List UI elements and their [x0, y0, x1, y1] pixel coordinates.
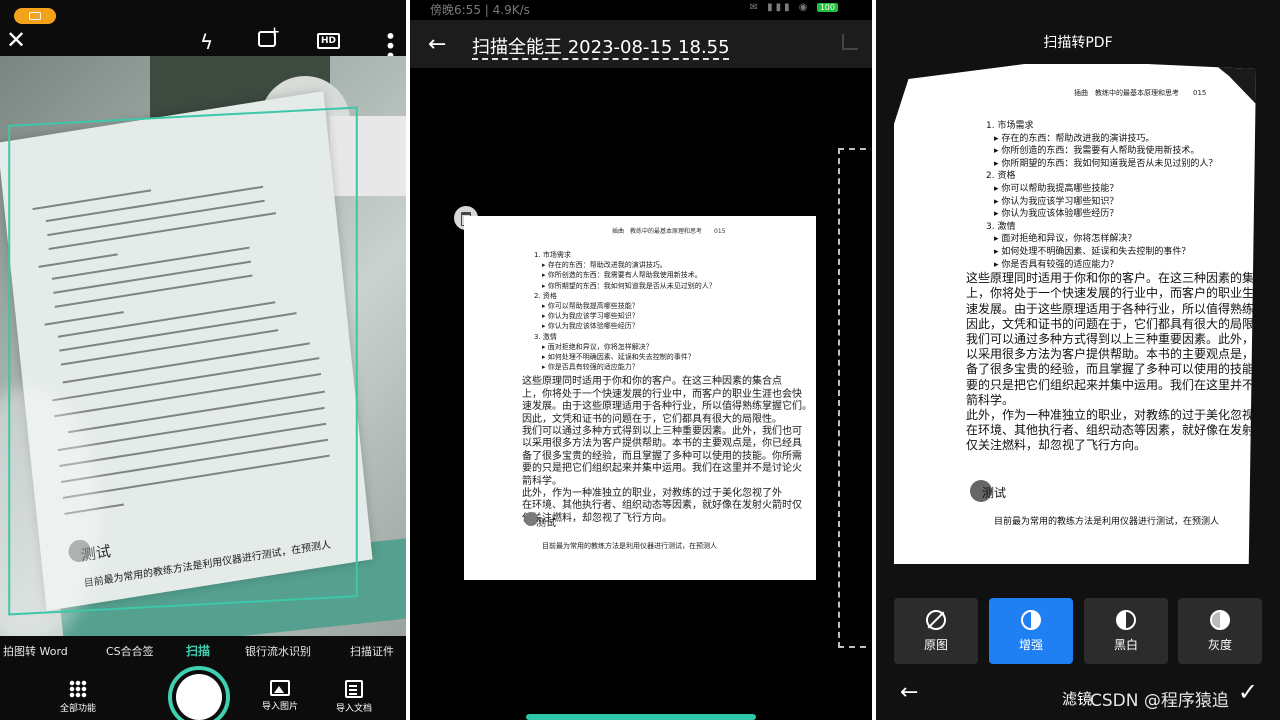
filter-gray-label: 灰度 [1207, 638, 1232, 652]
scanned-page[interactable]: 插曲 教练中的最基本原理和思考 015 1. 市场需求 ▸ 存在的东西：帮助改进我… [464, 216, 816, 580]
back-arrow-icon[interactable]: ← [428, 32, 446, 57]
doc-line: ▸ 你所期望的东西：我如何知道我是否从未见过别的人？ [542, 281, 716, 290]
mode-scan[interactable]: 扫描 [186, 642, 210, 659]
mode-bank-statement[interactable]: 银行流水识别 [245, 643, 311, 659]
doc-line: ▸ 存在的东西：帮助改进我的演讲技巧。 [542, 261, 667, 270]
hd-icon[interactable]: HD [317, 33, 341, 49]
doc-line: ▸ 你认为我应该学习哪些知识？ [994, 196, 1119, 207]
shutter-button[interactable] [168, 666, 232, 720]
mode-cs-sign[interactable]: CS合合签 [106, 643, 154, 659]
enhanced-page-preview[interactable]: 插曲 教练中的最基本原理和思考 015 1. 市场需求 ▸ 存在的东西：帮助改进我… [894, 64, 1256, 564]
import-image-label: 导入图片 [262, 702, 299, 712]
filter-label: 滤镜 [1062, 690, 1093, 708]
back-arrow-icon[interactable]: ← [900, 680, 918, 705]
document-title[interactable]: 扫描全能王 2023-08-15 18.55 [472, 33, 730, 59]
camera-top-bar: ✕ ϟ HD ••• [0, 0, 406, 59]
filter-bw-label: 黑白 [1113, 638, 1138, 652]
filter-gray-button[interactable]: 灰度 [1178, 598, 1262, 664]
filter-options: 原图 增强 黑白 灰度 [894, 598, 1264, 666]
filter-original-label: 原图 [923, 638, 948, 652]
doc-line: ▸ 你是否具有较强的适应能力？ [542, 363, 639, 372]
filter-enhance-label: 增强 [1018, 638, 1043, 652]
doc-line: ▸ 你是否具有较强的适应能力？ [994, 259, 1119, 270]
mode-scan-id[interactable]: 扫描证件 [350, 643, 394, 659]
viewer-panel: 傍晚6:55 | 4.9K/s ✉ ▮▮▮ ◉ 100 ← 扫描全能王 2023… [410, 0, 872, 720]
image-icon [270, 680, 290, 696]
doc-line: ▸ 你可以帮助我提高哪些技能？ [542, 302, 639, 310]
capture-mode-selector: 拍图转 Word CS合合签 扫描 银行流水识别 扫描证件 [0, 636, 406, 664]
grid-icon [69, 680, 87, 698]
page-header: 插曲 教练中的最基本原理和思考 015 [1074, 89, 1207, 97]
filter-panel: 扫描转PDF 插曲 教练中的最基本原理和思考 015 1. 市场需求 ▸ 存在的东… [876, 0, 1280, 720]
flash-icon[interactable]: ϟ [200, 32, 213, 52]
doc-line: 要的只是把它们组织起来并集中运用。我们在这里并不是讨论火 [522, 463, 802, 475]
grayscale-icon [1210, 610, 1230, 630]
doc-line: ▸ 如何处理不明确因素、延误和失去控制的事件？ [994, 247, 1191, 257]
doc-line: ▸ 面对拒绝和异议，你将怎样解决？ [994, 234, 1137, 245]
filter-page-title: 扫描转PDF [1043, 35, 1113, 51]
doc-line: 3. 激情 [986, 221, 1016, 232]
doc-line: ▸ 你所创造的东西：我需要有人帮助我使用新技术。 [542, 271, 702, 280]
crop-handle[interactable] [838, 148, 866, 648]
status-icons: ✉ ▮▮▮ ◉ [749, 2, 811, 13]
doc-line: 1. 市场需求 [986, 121, 1034, 131]
camera-panel: ✕ ϟ HD ••• [0, 0, 406, 720]
import-image-button[interactable]: 导入图片 [262, 680, 298, 712]
page-corner-shadow [1214, 64, 1256, 104]
enhance-icon [1021, 610, 1041, 630]
doc-line: ▸ 如何处理不明确因素、延误和失去控制的事件？ [542, 353, 695, 361]
filter-bw-button[interactable]: 黑白 [1084, 598, 1168, 664]
page-header: 插曲 教练中的最基本原理和思考 015 [612, 228, 726, 235]
doc-line: ▸ 面对拒绝和异议，你将怎样解决？ [542, 342, 653, 351]
status-bar: 傍晚6:55 | 4.9K/s ✉ ▮▮▮ ◉ 100 [410, 0, 872, 20]
doc-line: ▸ 你认为我应该体验哪些经历？ [994, 209, 1119, 220]
document-icon [345, 680, 363, 698]
shutter-core [176, 674, 222, 720]
black-white-icon [1116, 610, 1136, 630]
page-footer-text: 目前最为常用的教练方法是利用仪器进行测试，在预测人 [994, 517, 1220, 527]
doc-line: 2. 资格 [534, 291, 557, 300]
section-title: 测试 [536, 518, 556, 529]
watermark: CSDN @程序猿追 [1090, 691, 1229, 711]
add-image-icon[interactable] [258, 23, 280, 47]
camera-icon [29, 12, 41, 20]
doc-line: ▸ 你认为我应该学习哪些知识？ [542, 312, 639, 321]
doc-line: ▸ 存在的东西：帮助改进我的演讲技巧。 [994, 133, 1155, 144]
doc-line: ▸ 你所创造的东西：我需要有人帮助我使用新技术。 [994, 146, 1200, 157]
section-title: 测试 [982, 486, 1007, 500]
all-features-label: 全部功能 [60, 704, 97, 714]
doc-line: 2. 资格 [986, 171, 1016, 182]
status-time: 傍晚6:55 | 4.9K/s [430, 3, 530, 17]
no-filter-icon [926, 610, 946, 630]
doc-line: ▸ 你可以帮助我提高哪些技能？ [994, 184, 1119, 194]
more-icon[interactable]: ••• [378, 30, 402, 59]
import-doc-button[interactable]: 导入文档 [336, 680, 372, 714]
home-indicator [526, 714, 756, 720]
all-features-button[interactable]: 全部功能 [60, 680, 96, 714]
status-indicators: ✉ ▮▮▮ ◉ 100 [750, 2, 838, 13]
mode-photo-to-word[interactable]: 拍图转 Word [3, 643, 68, 659]
doc-line: 1. 市场需求 [534, 251, 571, 259]
viewer-app-bar: ← 扫描全能王 2023-08-15 18.55 [410, 20, 872, 68]
doc-line: ▸ 你所期望的东西：我如何知道我是否从未见过别的人？ [994, 158, 1218, 169]
filter-original-button[interactable]: 原图 [894, 598, 978, 664]
confirm-check-icon[interactable]: ✓ [1238, 678, 1258, 706]
filter-enhance-button[interactable]: 增强 [989, 598, 1073, 664]
edit-icon[interactable] [842, 34, 858, 50]
camera-viewfinder[interactable]: 测试 目前最为常用的教练方法是利用仪器进行测试，在预测人 [0, 56, 406, 636]
edge-detection-box[interactable] [8, 106, 358, 616]
battery-icon: 100 [816, 3, 838, 12]
doc-line: ▸ 你认为我应该体验哪些经历？ [542, 322, 639, 331]
page-footer-text: 目前最为常用的教练方法是利用仪器进行测试，在预测人 [542, 542, 717, 550]
camera-mode-pill[interactable] [14, 8, 56, 24]
close-icon[interactable]: ✕ [6, 28, 26, 52]
doc-line: 3. 激情 [534, 332, 557, 341]
import-doc-label: 导入文档 [336, 704, 373, 714]
doc-line: 仅关注燃料，却忽视了飞行方向。 [966, 438, 1147, 453]
